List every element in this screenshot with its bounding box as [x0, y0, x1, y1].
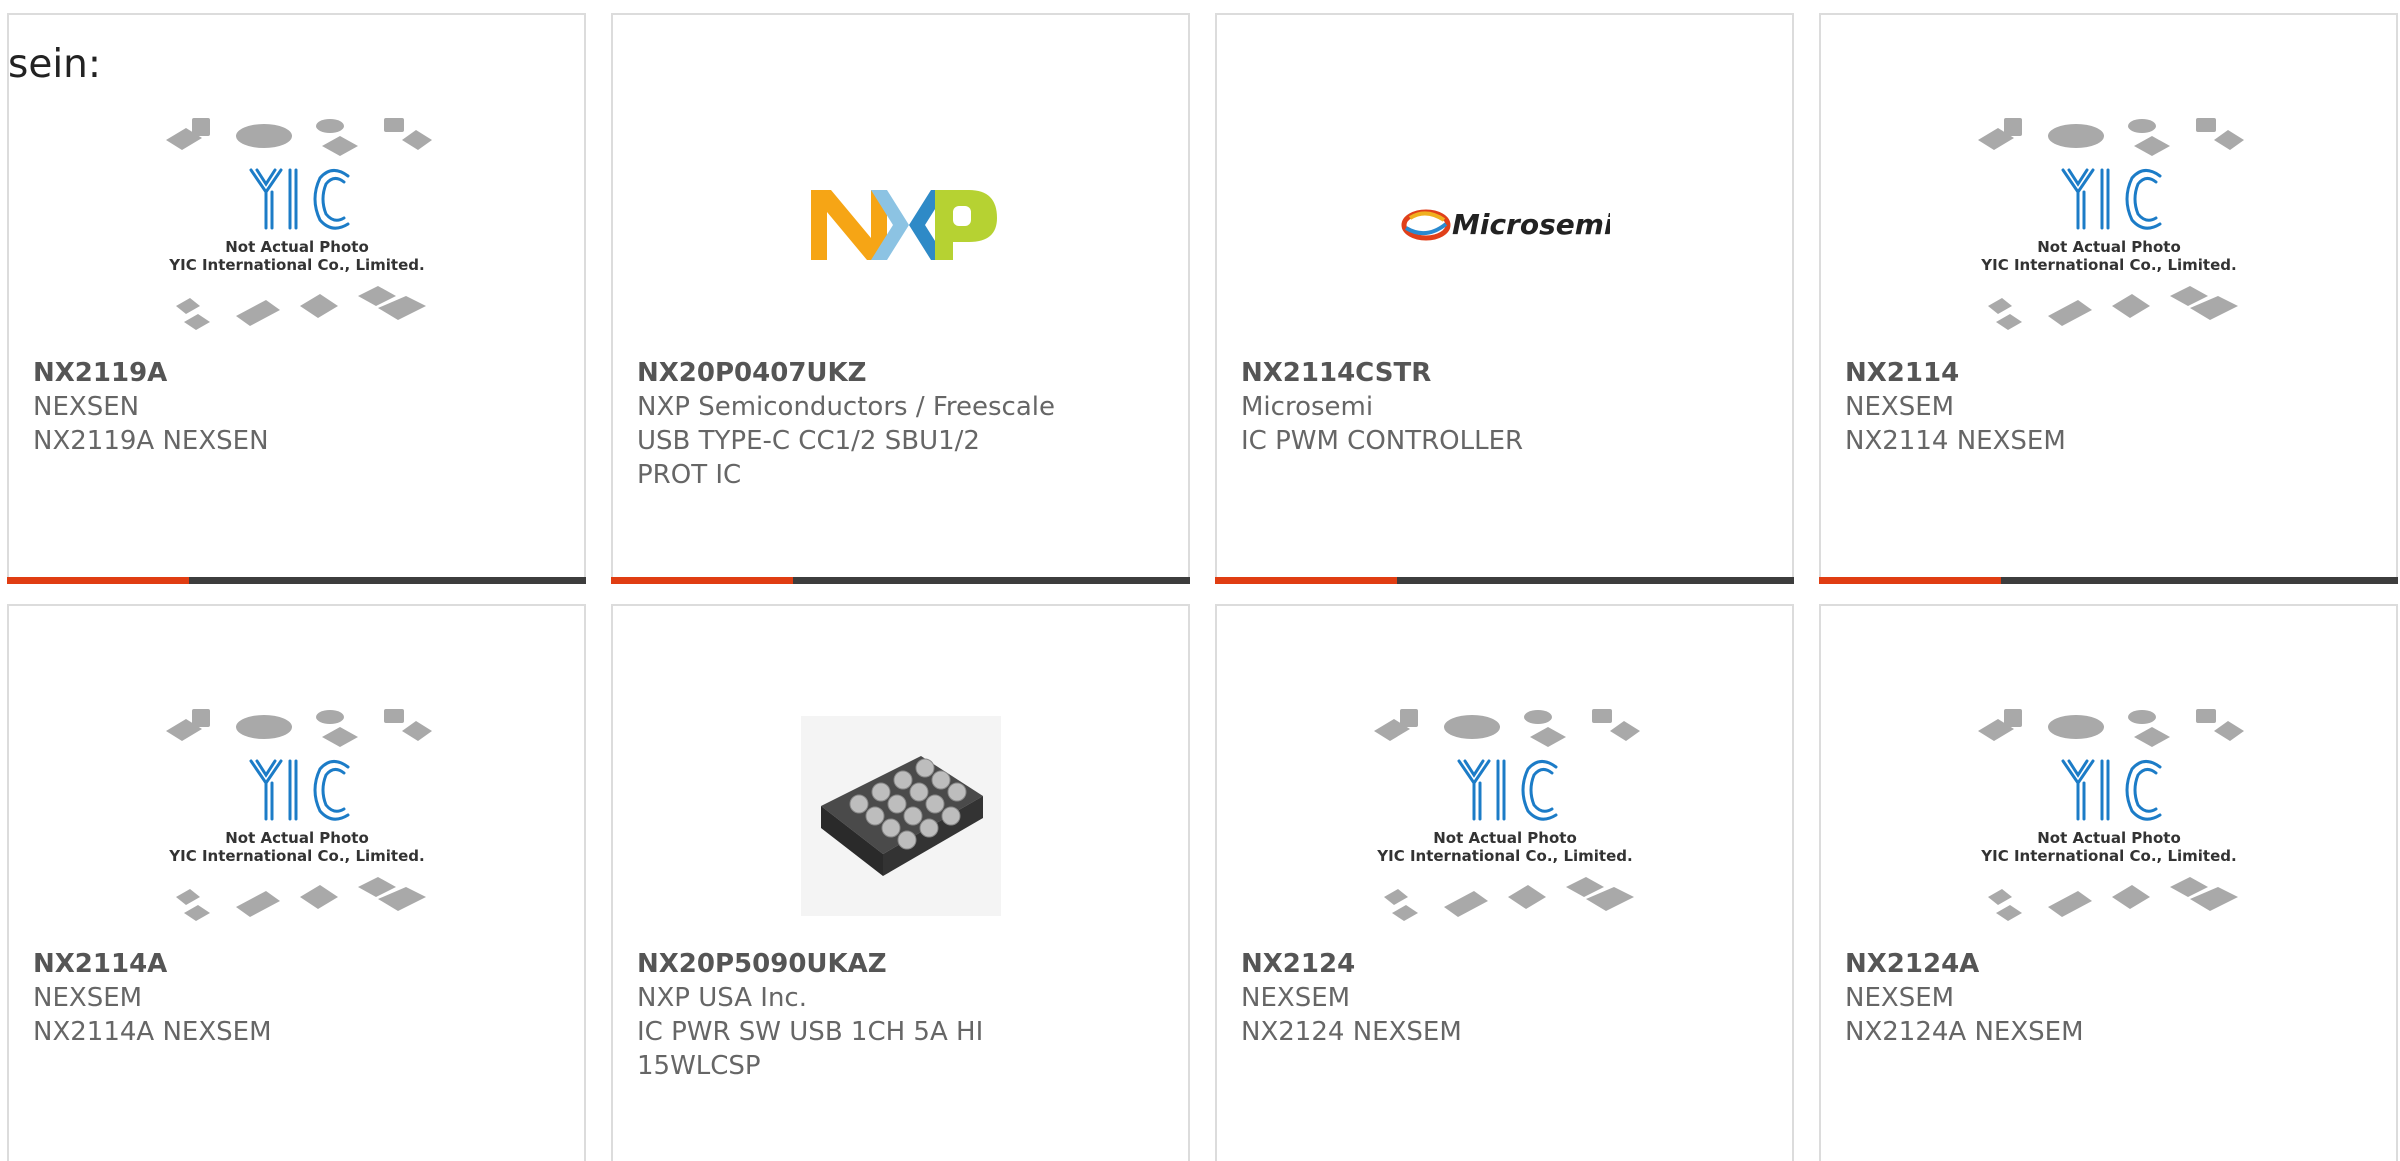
manufacturer: NEXSEM	[1845, 392, 1955, 422]
wlcsp-chip-photo	[766, 691, 1036, 941]
product-info: NX2124 NEXSEM NX2124 NEXSEM	[1241, 947, 1661, 1049]
description: IC PWM CONTROLLER	[1241, 426, 1524, 456]
card-bottom-bar	[7, 577, 586, 584]
card-bottom-bar	[1215, 577, 1794, 584]
microsemi-logo-text: Microsemi	[1452, 208, 1610, 241]
not-actual-photo-placeholder: Not Actual Photo YIC International Co., …	[1974, 100, 2244, 350]
manufacturer: NXP Semiconductors / Freescale	[637, 392, 1056, 422]
product-grid: Not Actual Photo YIC International Co., …	[0, 0, 2400, 1161]
not-actual-photo-placeholder: Not Actual Photo YIC International Co., …	[162, 100, 432, 350]
not-actual-photo-placeholder: Not Actual Photo YIC International Co., …	[1974, 691, 2244, 941]
manufacturer: NEXSEM	[1845, 983, 1955, 1013]
manufacturer: Microsemi	[1241, 392, 1374, 422]
lead-text: sein:	[8, 42, 102, 87]
part-number[interactable]: NX2114	[1845, 356, 2265, 390]
product-card[interactable]: Microsemi NX2114CSTR Microsemi IC PWM CO…	[1215, 13, 1794, 584]
card-bottom-accent	[1215, 577, 1397, 584]
description: USB TYPE-C CC1/2 SBU1/2 PROT IC	[637, 426, 980, 490]
part-number[interactable]: NX2124	[1241, 947, 1661, 981]
product-card[interactable]: Not Actual Photo YIC International Co., …	[7, 13, 586, 584]
description: NX2124A NEXSEM	[1845, 1017, 2084, 1047]
description: NX2114A NEXSEM	[33, 1017, 272, 1047]
part-number[interactable]: NX2114CSTR	[1241, 356, 1661, 390]
card-bottom-accent	[611, 577, 793, 584]
description: IC PWR SW USB 1CH 5A HI 15WLCSP	[637, 1017, 984, 1081]
not-actual-photo-text: Not Actual Photo	[225, 238, 369, 256]
nxp-logo	[766, 100, 1036, 350]
manufacturer: NEXSEM	[33, 983, 143, 1013]
part-number[interactable]: NX20P0407UKZ	[637, 356, 1057, 390]
not-actual-photo-text: Not Actual Photo	[2037, 829, 2181, 847]
part-number[interactable]: NX2119A	[33, 356, 453, 390]
product-info: NX2114 NEXSEM NX2114 NEXSEM	[1845, 356, 2265, 458]
part-number[interactable]: NX2124A	[1845, 947, 2265, 981]
not-actual-photo-text: Not Actual Photo	[225, 829, 369, 847]
microsemi-logo: Microsemi	[1370, 100, 1640, 350]
product-card[interactable]: Not Actual Photo YIC International Co., …	[1819, 604, 2398, 1161]
card-bottom-accent	[1819, 577, 2001, 584]
yic-caption-text: YIC International Co., Limited.	[1376, 847, 1632, 865]
yic-caption-text: YIC International Co., Limited.	[1980, 847, 2236, 865]
product-card[interactable]: NX20P0407UKZ NXP Semiconductors / Freesc…	[611, 13, 1190, 584]
card-bottom-accent	[7, 577, 189, 584]
manufacturer: NEXSEN	[33, 392, 140, 422]
description: NX2119A NEXSEN	[33, 426, 269, 456]
product-info: NX20P0407UKZ NXP Semiconductors / Freesc…	[637, 356, 1057, 492]
product-info: NX2114CSTR Microsemi IC PWM CONTROLLER	[1241, 356, 1661, 458]
product-card[interactable]: Not Actual Photo YIC International Co., …	[1819, 13, 2398, 584]
manufacturer: NXP USA Inc.	[637, 983, 807, 1013]
not-actual-photo-placeholder: Not Actual Photo YIC International Co., …	[1370, 691, 1640, 941]
description: NX2114 NEXSEM	[1845, 426, 2066, 456]
card-bottom-bar	[611, 577, 1190, 584]
product-card[interactable]: NX20P5090UKAZ NXP USA Inc. IC PWR SW USB…	[611, 604, 1190, 1161]
card-bottom-bar	[1819, 577, 2398, 584]
yic-caption-text: YIC International Co., Limited.	[168, 256, 424, 274]
part-number[interactable]: NX2114A	[33, 947, 453, 981]
product-info: NX20P5090UKAZ NXP USA Inc. IC PWR SW USB…	[637, 947, 1057, 1083]
yic-caption-text: YIC International Co., Limited.	[168, 847, 424, 865]
part-number[interactable]: NX20P5090UKAZ	[637, 947, 1057, 981]
description: NX2124 NEXSEM	[1241, 1017, 1462, 1047]
product-info: NX2114A NEXSEM NX2114A NEXSEM	[33, 947, 453, 1049]
not-actual-photo-text: Not Actual Photo	[1433, 829, 1577, 847]
product-card[interactable]: Not Actual Photo YIC International Co., …	[1215, 604, 1794, 1161]
not-actual-photo-text: Not Actual Photo	[2037, 238, 2181, 256]
yic-caption-text: YIC International Co., Limited.	[1980, 256, 2236, 274]
manufacturer: NEXSEM	[1241, 983, 1351, 1013]
product-card[interactable]: Not Actual Photo YIC International Co., …	[7, 604, 586, 1161]
product-info: NX2119A NEXSEN NX2119A NEXSEN	[33, 356, 453, 458]
product-grid-page: sein: Not Actual Photo YIC International…	[0, 0, 2400, 1161]
not-actual-photo-placeholder: Not Actual Photo YIC International Co., …	[162, 691, 432, 941]
product-info: NX2124A NEXSEM NX2124A NEXSEM	[1845, 947, 2265, 1049]
